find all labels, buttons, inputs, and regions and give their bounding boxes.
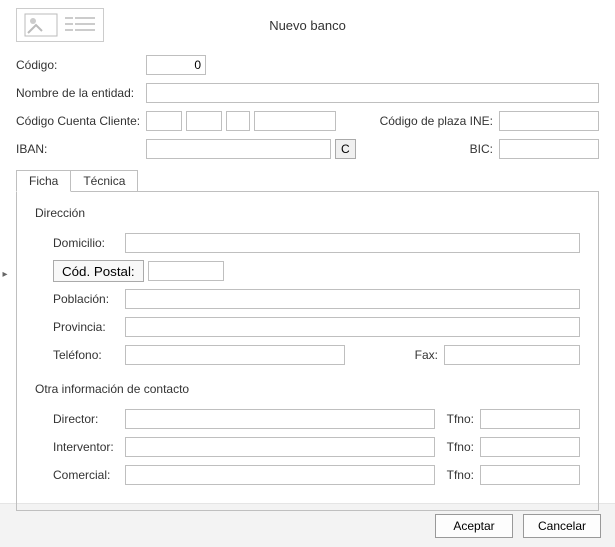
ccc-input-3[interactable] bbox=[226, 111, 250, 131]
codigo-label: Código: bbox=[16, 58, 146, 72]
expand-handle[interactable]: ▸ bbox=[0, 266, 10, 282]
direccion-section-title: Dirección bbox=[35, 206, 580, 220]
nombre-label: Nombre de la entidad: bbox=[16, 86, 146, 100]
interventor-tfno-input[interactable] bbox=[480, 437, 580, 457]
comercial-label: Comercial: bbox=[35, 468, 125, 482]
ccc-label: Código Cuenta Cliente: bbox=[16, 114, 146, 128]
director-input[interactable] bbox=[125, 409, 435, 429]
cod-postal-button[interactable]: Cód. Postal: bbox=[53, 260, 144, 282]
provincia-label: Provincia: bbox=[35, 320, 125, 334]
provincia-input[interactable] bbox=[125, 317, 580, 337]
interventor-tfno-label: Tfno: bbox=[447, 440, 474, 454]
tab-ficha[interactable]: Ficha bbox=[16, 170, 71, 192]
comercial-tfno-input[interactable] bbox=[480, 465, 580, 485]
telefono-label: Teléfono: bbox=[35, 348, 125, 362]
iban-calc-button[interactable]: C bbox=[335, 139, 356, 159]
telefono-input[interactable] bbox=[125, 345, 345, 365]
plaza-ine-input[interactable] bbox=[499, 111, 599, 131]
comercial-input[interactable] bbox=[125, 465, 435, 485]
fax-input[interactable] bbox=[444, 345, 580, 365]
tab-tecnica[interactable]: Técnica bbox=[70, 170, 138, 192]
interventor-label: Interventor: bbox=[35, 440, 125, 454]
fax-label: Fax: bbox=[415, 348, 438, 362]
view-mode-icon[interactable] bbox=[16, 8, 104, 42]
ccc-input-4[interactable] bbox=[254, 111, 336, 131]
iban-label: IBAN: bbox=[16, 142, 146, 156]
interventor-input[interactable] bbox=[125, 437, 435, 457]
comercial-tfno-label: Tfno: bbox=[447, 468, 474, 482]
poblacion-label: Población: bbox=[35, 292, 125, 306]
director-tfno-input[interactable] bbox=[480, 409, 580, 429]
nombre-input[interactable] bbox=[146, 83, 599, 103]
plaza-ine-label: Código de plaza INE: bbox=[380, 114, 493, 128]
bic-label: BIC: bbox=[470, 142, 493, 156]
codigo-input[interactable] bbox=[146, 55, 206, 75]
bic-input[interactable] bbox=[499, 139, 599, 159]
director-label: Director: bbox=[35, 412, 125, 426]
ccc-input-2[interactable] bbox=[186, 111, 222, 131]
cancel-button[interactable]: Cancelar bbox=[523, 514, 601, 538]
tab-panel-ficha: Dirección Domicilio: Cód. Postal: Poblac… bbox=[16, 191, 599, 511]
director-tfno-label: Tfno: bbox=[447, 412, 474, 426]
domicilio-label: Domicilio: bbox=[35, 236, 125, 250]
ccc-input-1[interactable] bbox=[146, 111, 182, 131]
domicilio-input[interactable] bbox=[125, 233, 580, 253]
accept-button[interactable]: Aceptar bbox=[435, 514, 513, 538]
otra-section-title: Otra información de contacto bbox=[35, 382, 580, 396]
poblacion-input[interactable] bbox=[125, 289, 580, 309]
iban-input[interactable] bbox=[146, 139, 331, 159]
window-title: Nuevo banco bbox=[104, 18, 599, 33]
cod-postal-input[interactable] bbox=[148, 261, 224, 281]
